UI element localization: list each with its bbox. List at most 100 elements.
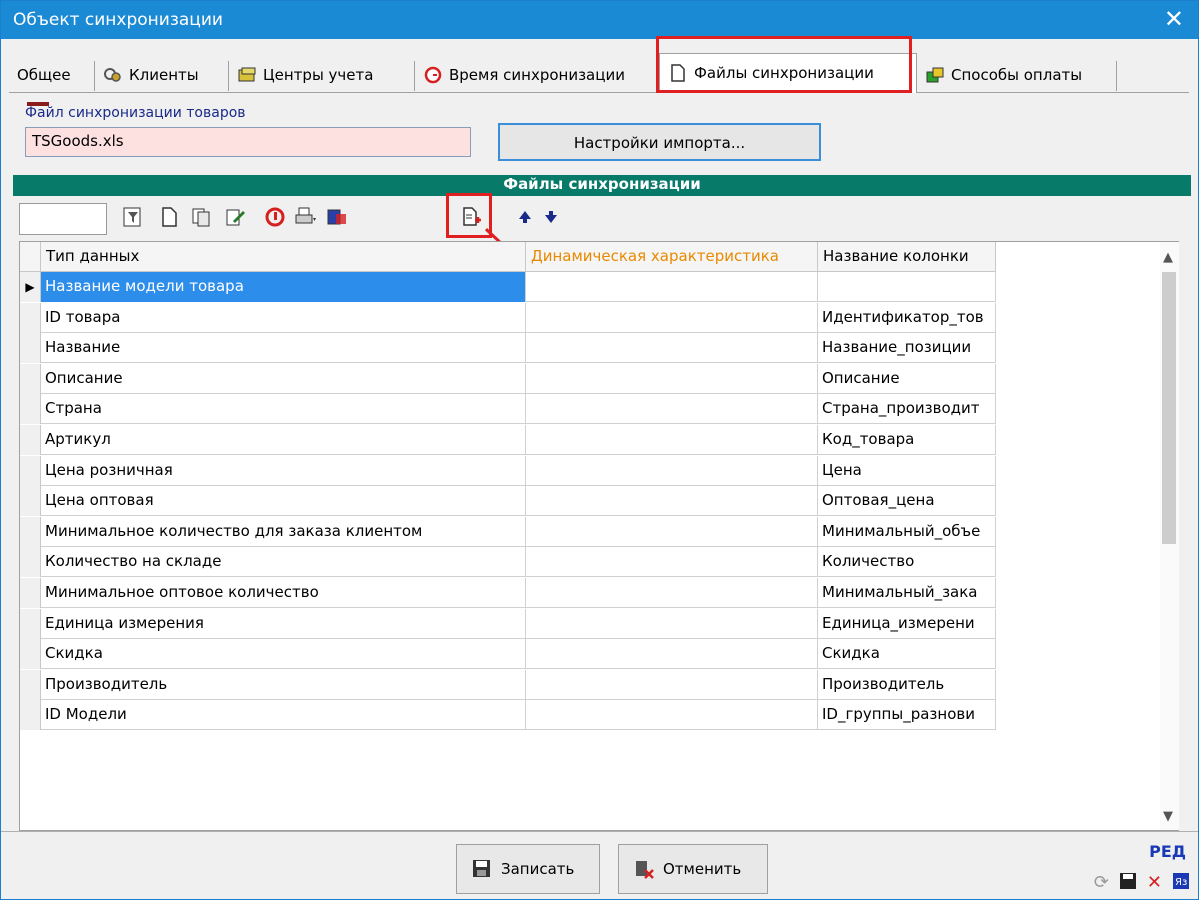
table-cell[interactable]: Минимальное количество для заказа клиент… xyxy=(41,516,526,547)
table-cell[interactable]: Название модели товара xyxy=(41,272,526,302)
table-cell[interactable] xyxy=(526,700,818,731)
table-row[interactable]: Цена розничная Цена xyxy=(20,455,996,486)
table-cell[interactable]: Страна_производит xyxy=(818,394,996,425)
table-cell[interactable] xyxy=(526,578,818,608)
tab-general[interactable]: Общее xyxy=(9,61,95,91)
tab-clients[interactable]: Клиенты xyxy=(95,61,229,91)
refresh-status-icon[interactable]: ⟳ xyxy=(1094,872,1109,895)
table-cell[interactable]: Описание xyxy=(41,363,526,394)
table-cell[interactable]: Скидка xyxy=(41,639,526,670)
table-cell[interactable]: Минимальный_объе xyxy=(818,516,996,547)
new-document-icon[interactable] xyxy=(157,205,181,229)
row-header[interactable] xyxy=(20,547,41,578)
table-cell[interactable]: Код_товара xyxy=(818,425,996,455)
tab-accounting-centers[interactable]: Центры учета xyxy=(229,61,415,91)
close-icon[interactable]: ✕ xyxy=(1164,5,1184,33)
column-header-dynamic[interactable]: Динамическая характеристика xyxy=(526,242,818,272)
table-cell[interactable]: Описание xyxy=(818,363,996,394)
table-cell[interactable]: Цена розничная xyxy=(41,455,526,486)
table-row[interactable]: Название Название_позиции xyxy=(20,333,996,364)
vertical-scrollbar[interactable]: ▲ ▼ xyxy=(1160,242,1179,830)
export-icon[interactable] xyxy=(325,205,349,229)
table-row[interactable]: Цена оптовая Оптовая_цена xyxy=(20,486,996,517)
sync-file-input[interactable]: TSGoods.xls xyxy=(25,127,471,157)
table-cell[interactable]: ID Модели xyxy=(41,700,526,731)
table-cell[interactable]: ID товара xyxy=(41,302,526,333)
table-cell[interactable]: Цена оптовая xyxy=(41,486,526,517)
table-cell[interactable]: Единица измерения xyxy=(41,608,526,639)
table-cell[interactable]: Минимальный_зака xyxy=(818,578,996,608)
save-status-icon[interactable] xyxy=(1119,872,1137,895)
row-header[interactable]: ▶ xyxy=(20,272,41,302)
table-row[interactable]: Единица измерения Единица_измерени xyxy=(20,608,996,639)
refresh-icon[interactable] xyxy=(263,205,287,229)
edit-document-icon[interactable] xyxy=(223,205,247,229)
table-cell[interactable]: Производитель xyxy=(818,669,996,700)
table-row[interactable]: Минимальное оптовое количество Минимальны… xyxy=(20,578,996,608)
table-cell[interactable]: Единица_измерени xyxy=(818,608,996,639)
tab-payment-methods[interactable]: Способы оплаты xyxy=(917,61,1117,91)
table-cell[interactable] xyxy=(526,272,818,302)
move-up-icon[interactable] xyxy=(513,205,537,229)
table-row[interactable]: Производитель Производитель xyxy=(20,669,996,700)
table-cell[interactable] xyxy=(818,272,996,302)
table-cell[interactable] xyxy=(526,333,818,364)
column-header-data-type[interactable]: Тип данных xyxy=(41,242,526,272)
toolbar-search-input[interactable] xyxy=(19,203,107,235)
table-row[interactable]: Минимальное количество для заказа клиент… xyxy=(20,516,996,547)
table-row[interactable]: Артикул Код_товара xyxy=(20,425,996,455)
filter-icon[interactable] xyxy=(121,205,145,229)
scroll-down-icon[interactable]: ▼ xyxy=(1163,809,1173,824)
column-header-column-name[interactable]: Название колонки xyxy=(818,242,996,272)
row-header[interactable] xyxy=(20,333,41,364)
table-cell[interactable] xyxy=(526,394,818,425)
table-cell[interactable] xyxy=(526,486,818,517)
table-cell[interactable] xyxy=(526,669,818,700)
row-header[interactable] xyxy=(20,516,41,547)
table-cell[interactable] xyxy=(526,608,818,639)
row-header[interactable] xyxy=(20,363,41,394)
delete-icon[interactable]: ✕ xyxy=(1147,872,1162,895)
cancel-button[interactable]: Отменить xyxy=(618,844,768,894)
table-cell[interactable]: Название_позиции xyxy=(818,333,996,364)
table-cell[interactable]: Идентификатор_тов xyxy=(818,302,996,333)
tab-sync-time[interactable]: Время синхронизации xyxy=(415,61,659,91)
table-row[interactable]: ID товара Идентификатор_тов xyxy=(20,302,996,333)
table-cell[interactable]: Страна xyxy=(41,394,526,425)
row-header[interactable] xyxy=(20,425,41,455)
table-cell[interactable]: Артикул xyxy=(41,425,526,455)
row-header[interactable] xyxy=(20,394,41,425)
import-settings-button[interactable]: Настройки импорта... xyxy=(498,123,821,161)
table-row[interactable]: Скидка Скидка xyxy=(20,639,996,670)
table-row[interactable]: Количество на складе Количество xyxy=(20,547,996,578)
save-button[interactable]: Записать xyxy=(456,844,600,894)
row-header[interactable] xyxy=(20,578,41,608)
table-cell[interactable]: Название xyxy=(41,333,526,364)
table-cell[interactable]: Количество xyxy=(818,547,996,578)
table-cell[interactable] xyxy=(526,425,818,455)
table-cell[interactable] xyxy=(526,455,818,486)
row-header[interactable] xyxy=(20,608,41,639)
table-row[interactable]: ID Модели ID_группы_разнови xyxy=(20,700,996,731)
table-row[interactable]: Страна Страна_производит xyxy=(20,394,996,425)
scroll-up-icon[interactable]: ▲ xyxy=(1163,250,1173,265)
table-cell[interactable]: Скидка xyxy=(818,639,996,670)
scroll-thumb[interactable] xyxy=(1162,272,1176,544)
table-cell[interactable]: ID_группы_разнови xyxy=(818,700,996,731)
table-cell[interactable]: Оптовая_цена xyxy=(818,486,996,517)
table-row[interactable]: Описание Описание xyxy=(20,363,996,394)
table-cell[interactable]: Количество на складе xyxy=(41,547,526,578)
row-header[interactable] xyxy=(20,669,41,700)
language-icon[interactable]: Яз xyxy=(1172,872,1190,895)
row-header[interactable] xyxy=(20,639,41,670)
row-header[interactable] xyxy=(20,486,41,517)
table-cell[interactable]: Производитель xyxy=(41,669,526,700)
copy-document-icon[interactable] xyxy=(189,205,213,229)
move-down-icon[interactable] xyxy=(539,205,563,229)
table-cell[interactable]: Минимальное оптовое количество xyxy=(41,578,526,608)
table-cell[interactable]: Цена xyxy=(818,455,996,486)
table-row[interactable]: ▶ Название модели товара xyxy=(20,272,996,302)
row-header[interactable] xyxy=(20,700,41,731)
table-cell[interactable] xyxy=(526,547,818,578)
table-cell[interactable] xyxy=(526,639,818,670)
